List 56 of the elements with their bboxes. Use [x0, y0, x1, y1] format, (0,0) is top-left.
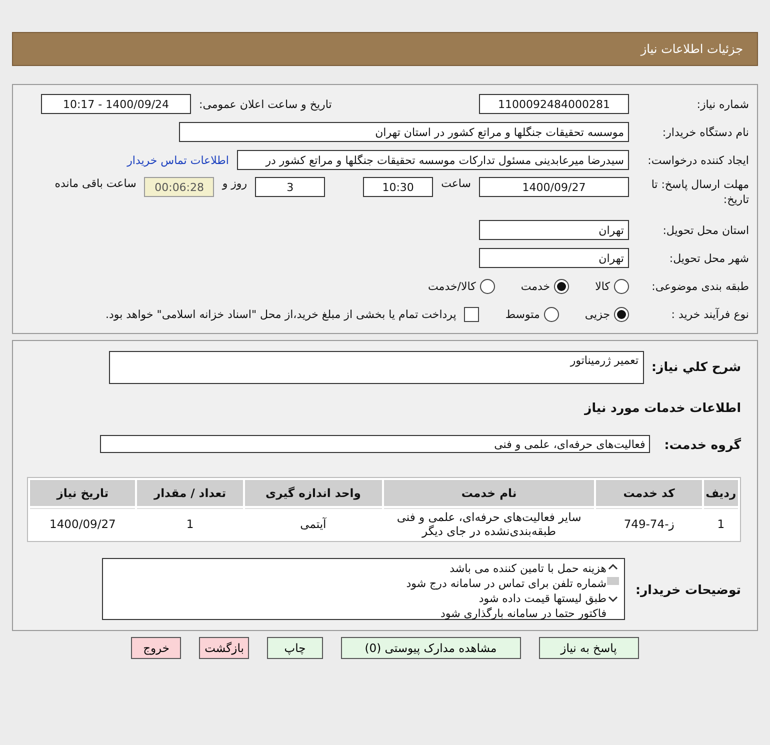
action-button[interactable]: مشاهده مدارک پیوستی (0): [340, 637, 521, 659]
service-group-field[interactable]: فعالیت‌های حرفه‌ای، علمی و فنی: [100, 435, 650, 453]
city-field[interactable]: تهران: [479, 248, 629, 268]
action-button[interactable]: بازگشت: [199, 637, 250, 659]
field-label: توضیحات خریدار:: [635, 582, 741, 596]
field-label: مهلت ارسال پاسخ: تا تاریخ:: [650, 177, 749, 207]
province-field[interactable]: تهران: [479, 220, 629, 240]
field-label: گروه خدمت:: [664, 436, 741, 452]
column-header: تاریخ نیاز: [30, 480, 136, 506]
action-button[interactable]: پاسخ به نیاز: [538, 637, 639, 659]
field-label: شهر محل تحویل:: [668, 252, 749, 264]
need-number-field[interactable]: 1100092484000281: [479, 94, 629, 114]
buyer-notes-field[interactable]: هزینه حمل با تامین کننده می باشد شماره تلفن برای تماس در سامانه درج شود طبق لیستها قیمت داده شود فاکتور حتما در سامانه بارگذاری شود: [102, 558, 626, 620]
field-label: نام دستگاه خریدار:: [661, 126, 749, 138]
buyer-contact-link[interactable]: اطلاعات تماس خریدار: [127, 154, 229, 166]
column-header: ردیف: [704, 480, 738, 506]
section-title: اطلاعات خدمات مورد نیاز: [583, 400, 741, 415]
requester-field[interactable]: سیدرضا میرعابدینی مسئول تدارکات موسسه تحقیقات جنگلها و مراتع کشور در: [237, 150, 629, 170]
remaining-time-field[interactable]: 00:06:28: [144, 177, 214, 197]
radio-button[interactable]: [614, 306, 629, 322]
option-label: کالا: [595, 280, 610, 292]
column-header: کد خدمت: [596, 480, 702, 506]
field-label: شماره نیاز:: [696, 98, 749, 110]
payment-note: پرداخت تمام یا بخشی از مبلغ خرید،از محل "اسناد خزانه اسلامی" خواهد بود.: [106, 308, 456, 320]
field-label: تاریخ و ساعت اعلان عمومی:: [199, 98, 332, 110]
deadline-time-field[interactable]: 10:30: [363, 177, 434, 197]
option-label: خدمت: [520, 280, 550, 292]
page-title-bar: جزئیات اطلاعات نیاز: [12, 32, 758, 66]
announce-date-field[interactable]: 1400/09/24 - 10:17: [41, 94, 191, 114]
summary-field[interactable]: تعمیر ژرمیناتور: [108, 351, 644, 384]
field-label: استان محل تحویل:: [662, 224, 749, 236]
radio-button[interactable]: [554, 278, 570, 294]
buyer-org-field[interactable]: موسسه تحقیقات جنگلها و مراتع کشور در استان تهران: [179, 122, 629, 142]
scrollbar[interactable]: [606, 561, 620, 605]
field-label: شرح کلي نياز:: [652, 359, 741, 374]
field-label: نوع فرآیند خرید :: [670, 308, 749, 320]
column-header: نام خدمت: [384, 480, 594, 506]
option-label: جزیی: [584, 308, 610, 320]
field-label: ساعت: [441, 177, 471, 190]
deadline-date-field[interactable]: 1400/09/27: [479, 177, 629, 197]
field-label: طبقه بندی موضوعی:: [650, 280, 749, 292]
radio-button[interactable]: [544, 306, 559, 322]
field-label: ساعت باقی مانده: [54, 177, 136, 190]
action-button[interactable]: خروج: [131, 637, 182, 659]
column-header: واحد اندازه گیری: [244, 480, 382, 506]
field-label: ایجاد کننده درخواست:: [646, 154, 749, 166]
option-label: کالا/خدمت: [428, 280, 476, 292]
checkbox[interactable]: [464, 306, 480, 322]
days-field[interactable]: 3: [255, 177, 326, 197]
field-label: روز و: [222, 177, 248, 190]
table-cell: سایر فعالیت‌های حرفه‌ای، علمی و فنی طبقه‌بندی‌نشده در جای دیگر: [384, 508, 594, 539]
option-label: متوسط: [505, 308, 540, 320]
radio-button[interactable]: [614, 278, 629, 294]
action-button[interactable]: چاپ: [267, 637, 323, 659]
radio-button[interactable]: [480, 278, 495, 294]
column-header: تعداد / مقدار: [137, 480, 243, 506]
